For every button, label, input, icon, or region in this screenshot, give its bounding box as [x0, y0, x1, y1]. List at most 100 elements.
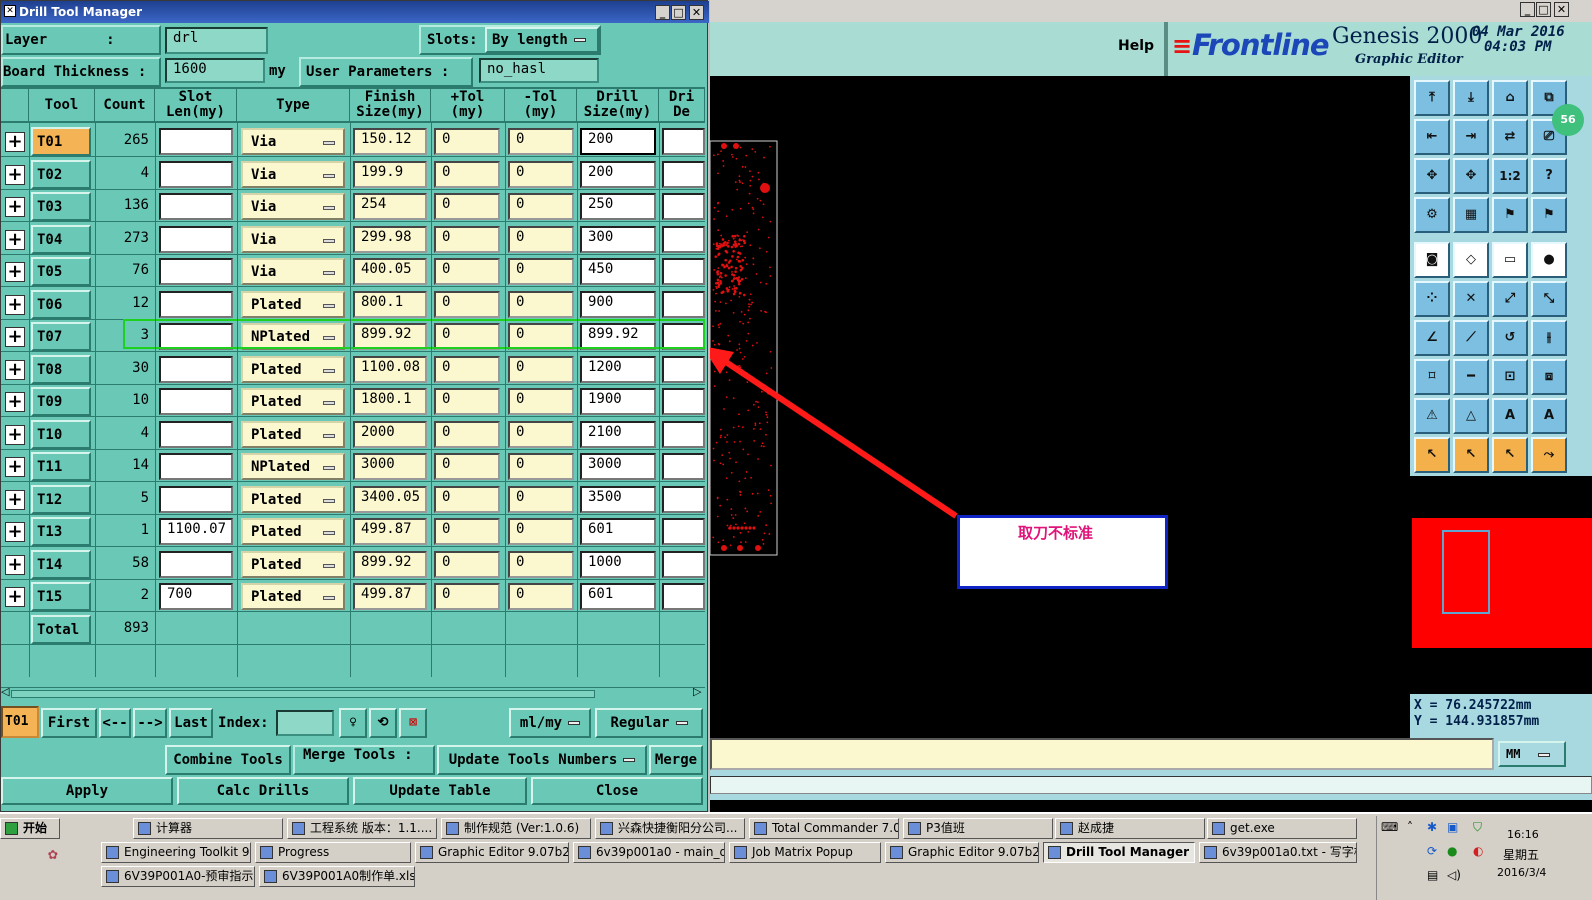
type-dropdown[interactable]: Plated — [241, 550, 345, 578]
table-row[interactable]: + T12 5 Plated 3400.05 0 0 3500 — [1, 483, 705, 515]
plus-tol-field[interactable]: 0 — [434, 420, 500, 448]
finish-size-field[interactable]: 899.92 — [353, 550, 427, 578]
expand-icon[interactable]: + — [5, 457, 25, 477]
type-dropdown[interactable]: Via — [241, 193, 345, 220]
tool-cell[interactable]: T14 — [31, 549, 91, 579]
text2-icon[interactable]: A — [1531, 398, 1567, 434]
finish-size-field[interactable]: 299.98 — [353, 225, 427, 253]
apply-button[interactable]: Apply — [1, 777, 173, 805]
finish-size-field[interactable]: 3400.05 — [353, 485, 427, 513]
table-row[interactable]: + T02 4 Via 199.9 0 0 200 — [1, 158, 705, 190]
horizontal-scrollbar[interactable]: ◁ ▷ — [1, 685, 705, 699]
message-field[interactable] — [710, 738, 1494, 770]
minus-tol-field[interactable]: 0 — [508, 550, 574, 578]
taskbar-item[interactable]: get.exe — [1207, 818, 1357, 839]
taskbar-item[interactable]: Total Commander 7.0 p... — [749, 818, 899, 839]
expand-icon[interactable]: + — [5, 392, 25, 412]
finish-size-field[interactable]: 1800.1 — [353, 388, 427, 415]
clock-date[interactable]: 2016/3/4 — [1497, 866, 1546, 879]
type-dropdown[interactable]: NPlated — [241, 453, 345, 480]
type-dropdown[interactable]: Plated — [241, 420, 345, 448]
finish-size-field[interactable]: 800.1 — [353, 290, 427, 318]
tool-cell[interactable]: T03 — [31, 192, 91, 221]
zoom-bottom-icon[interactable]: ⤓ — [1453, 80, 1489, 116]
slot-len-field[interactable] — [159, 388, 233, 415]
type-dropdown[interactable]: Plated — [241, 355, 345, 383]
tool-cell[interactable]: T11 — [31, 452, 91, 481]
finish-size-field[interactable]: 150.12 — [353, 128, 427, 155]
last-button[interactable]: Last — [169, 708, 213, 738]
table-row[interactable]: + T09 10 Plated 1800.1 0 0 1900 — [1, 385, 705, 417]
tool-cell[interactable]: T10 — [31, 419, 91, 449]
slots-dropdown[interactable]: By length — [485, 27, 599, 53]
zoom-top-icon[interactable]: ⤒ — [1414, 80, 1450, 116]
tool-cell[interactable]: T02 — [31, 159, 91, 189]
type-dropdown[interactable]: Plated — [241, 388, 345, 415]
table-row[interactable]: + T06 12 Plated 800.1 0 0 900 — [1, 288, 705, 320]
fit-icon[interactable]: ✥ — [1414, 158, 1450, 194]
quicklaunch-icon[interactable]: ✿ — [48, 844, 58, 863]
box-icon[interactable]: ⊡ — [1492, 359, 1528, 395]
center-icon[interactable]: ✥ — [1453, 158, 1489, 194]
stretch-icon[interactable]: ⤢ — [1492, 281, 1528, 317]
slot-len-field[interactable] — [159, 485, 233, 513]
pointer-icon[interactable]: ↖ — [1414, 437, 1450, 473]
table-row[interactable]: + T05 76 Via 400.05 0 0 450 — [1, 255, 705, 287]
drill-depth-field[interactable] — [662, 160, 705, 188]
plus-tol-field[interactable]: 0 — [434, 583, 500, 610]
type-dropdown[interactable]: Plated — [241, 290, 345, 318]
taskbar-item[interactable]: Graphic Editor 9.07b2 (0... — [415, 842, 569, 863]
expand-icon[interactable]: + — [5, 554, 25, 575]
taskbar-item[interactable]: Drill Tool Manager — [1043, 842, 1195, 863]
calc-drills-button[interactable]: Calc Drills — [177, 777, 349, 805]
drill-size-field[interactable]: 2100 — [580, 420, 656, 448]
bar-icon[interactable]: ━ — [1453, 359, 1489, 395]
slot-len-field[interactable] — [159, 453, 233, 480]
scroll-right-icon[interactable]: ▷ — [693, 685, 701, 698]
drill-size-field[interactable]: 601 — [580, 583, 656, 610]
type-dropdown[interactable]: Plated — [241, 583, 345, 610]
scrollbar-thumb[interactable] — [11, 690, 595, 698]
delete-icon[interactable]: ⊠ — [399, 708, 427, 738]
drill-size-field[interactable]: 3000 — [580, 453, 656, 480]
dot-icon[interactable]: ● — [1531, 242, 1567, 278]
taskbar-item[interactable]: Graphic Editor 9.07b2 (0... — [885, 842, 1039, 863]
next-button[interactable]: --> — [133, 708, 167, 738]
finish-size-field[interactable]: 499.87 — [353, 518, 427, 545]
close-window-button[interactable]: ✕ — [689, 5, 704, 20]
drill-depth-field[interactable] — [662, 518, 705, 545]
update-numbers-dropdown[interactable]: Update Tools Numbers — [437, 745, 647, 775]
home-icon[interactable]: ⌂ — [1492, 80, 1528, 116]
security-icon[interactable]: ⛉ — [1473, 820, 1482, 835]
clock-time[interactable]: 16:16 — [1507, 828, 1539, 841]
clock-day[interactable]: 星期五 — [1503, 846, 1539, 863]
minus-tol-field[interactable]: 0 — [508, 355, 574, 383]
drill-depth-field[interactable] — [662, 290, 705, 318]
overview-map[interactable] — [1412, 518, 1592, 648]
keyboard-icon[interactable]: ⌨ — [1381, 820, 1398, 834]
drill-size-field[interactable]: 200 — [580, 160, 656, 188]
plus-tol-field[interactable]: 0 — [434, 128, 500, 155]
drill-depth-field[interactable] — [662, 355, 705, 383]
editor-units-dropdown[interactable]: MM — [1498, 741, 1566, 767]
cross-icon[interactable]: ✕ — [1453, 281, 1489, 317]
line-icon[interactable]: ⟋ — [1453, 320, 1489, 356]
type-dropdown[interactable]: Via — [241, 225, 345, 253]
pan-right-icon[interactable]: ⇥ — [1453, 119, 1489, 155]
plus-tol-field[interactable]: 0 — [434, 388, 500, 415]
slot-len-field[interactable] — [159, 258, 233, 285]
finish-size-field[interactable]: 400.05 — [353, 258, 427, 285]
taskbar-item[interactable]: Engineering Toolkit 9.07... — [101, 842, 251, 863]
expand-icon[interactable]: + — [5, 359, 25, 380]
type-dropdown[interactable]: Via — [241, 258, 345, 285]
drill-size-field[interactable]: 1200 — [580, 355, 656, 383]
table-row[interactable]: + T10 4 Plated 2000 0 0 2100 — [1, 418, 705, 450]
notification-badge[interactable]: 56 — [1552, 104, 1584, 136]
drill-depth-field[interactable] — [662, 225, 705, 253]
tool-cell[interactable]: T06 — [31, 289, 91, 319]
split-icon[interactable]: ⫲ — [1531, 320, 1567, 356]
shield-icon[interactable]: ● — [1447, 844, 1457, 858]
type-dropdown[interactable]: Plated — [241, 518, 345, 545]
taskbar-item[interactable]: 赵成捷 — [1055, 818, 1205, 839]
sync-icon[interactable]: ⟳ — [1427, 844, 1437, 858]
